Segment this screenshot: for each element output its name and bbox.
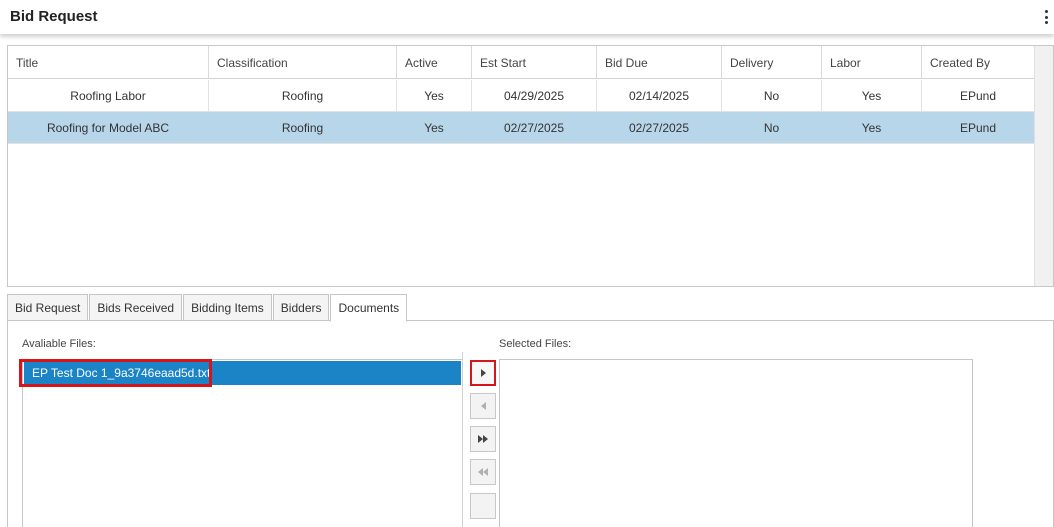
tab-bidding-items[interactable]: Bidding Items: [183, 294, 272, 321]
column-header-active[interactable]: Active: [397, 46, 472, 79]
column-header-classification[interactable]: Classification: [209, 46, 397, 79]
grid-header: Title Classification Active Est Start Bi…: [8, 46, 1053, 79]
grid-scrollbar[interactable]: [1034, 46, 1053, 286]
cell-created-by: EPund: [922, 80, 1035, 111]
cell-labor: Yes: [822, 112, 922, 143]
more-options-icon[interactable]: [1044, 10, 1048, 24]
tab-bid-request[interactable]: Bid Request: [7, 294, 89, 321]
cell-labor: Yes: [822, 80, 922, 111]
triangle-right-icon: [480, 369, 486, 377]
column-header-delivery[interactable]: Delivery: [722, 46, 822, 79]
page-header: Bid Request: [0, 0, 1054, 34]
bid-request-grid: Title Classification Active Est Start Bi…: [7, 45, 1054, 287]
cell-created-by: EPund: [922, 112, 1035, 143]
cell-bid-due: 02/27/2025: [597, 112, 722, 143]
cell-bid-due: 02/14/2025: [597, 80, 722, 111]
cell-title: Roofing for Model ABC: [8, 112, 209, 143]
tab-documents[interactable]: Documents: [330, 294, 408, 322]
detail-tabs: Bid Request Bids Received Bidding Items …: [7, 294, 408, 322]
cell-classification: Roofing: [209, 112, 397, 143]
triangle-left-icon: [480, 402, 486, 410]
cell-est-start: 02/27/2025: [472, 112, 597, 143]
divider: [462, 352, 463, 527]
column-header-bid-due[interactable]: Bid Due: [597, 46, 722, 79]
cell-active: Yes: [397, 112, 472, 143]
page-title: Bid Request: [10, 8, 98, 25]
column-header-est-start[interactable]: Est Start: [472, 46, 597, 79]
column-header-labor[interactable]: Labor: [822, 46, 922, 79]
table-row[interactable]: Roofing Labor Roofing Yes 04/29/2025 02/…: [8, 80, 1053, 112]
cell-delivery: No: [722, 80, 822, 111]
table-row-selected[interactable]: Roofing for Model ABC Roofing Yes 02/27/…: [8, 112, 1053, 144]
cell-est-start: 04/29/2025: [472, 80, 597, 111]
move-all-left-button[interactable]: [470, 459, 496, 485]
selected-files-list[interactable]: [499, 359, 973, 527]
column-header-created-by[interactable]: Created By: [922, 46, 1035, 79]
double-triangle-left-icon: [478, 468, 488, 476]
cell-delivery: No: [722, 112, 822, 143]
move-right-button[interactable]: [470, 360, 496, 386]
selected-files-label: Selected Files:: [499, 338, 572, 350]
cell-classification: Roofing: [209, 80, 397, 111]
cell-title: Roofing Labor: [8, 80, 209, 111]
tab-bids-received[interactable]: Bids Received: [89, 294, 183, 321]
highlight-box: [19, 359, 212, 387]
tab-bidders[interactable]: Bidders: [272, 294, 330, 321]
remove-button[interactable]: [470, 493, 496, 519]
cell-active: Yes: [397, 80, 472, 111]
column-header-title[interactable]: Title: [8, 46, 209, 79]
move-left-button[interactable]: [470, 393, 496, 419]
grid-body: Roofing Labor Roofing Yes 04/29/2025 02/…: [8, 80, 1053, 286]
available-files-label: Avaliable Files:: [22, 338, 96, 350]
move-all-right-button[interactable]: [470, 426, 496, 452]
double-triangle-right-icon: [478, 435, 488, 443]
